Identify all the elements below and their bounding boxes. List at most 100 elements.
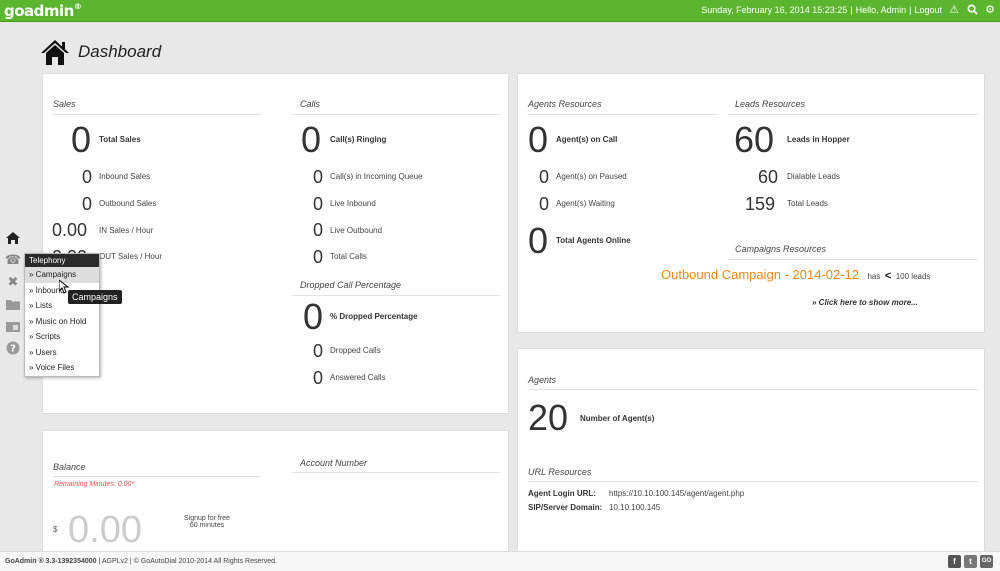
- twitter-icon[interactable]: t: [964, 555, 977, 568]
- live-inbound-value: 0: [313, 194, 324, 214]
- inbound-sales-label: Inbound Sales: [99, 172, 151, 181]
- dropped-title: Dropped Call Percentage: [300, 280, 402, 290]
- datetime: Sunday, February 16, 2014 15:23:25: [701, 5, 848, 15]
- menu-item-voice-files[interactable]: » Voice Files: [25, 360, 99, 376]
- dropped-calls-value: 0: [313, 341, 324, 361]
- total-calls-label: Total Calls: [330, 252, 367, 261]
- answered-calls-label: Answered Calls: [330, 373, 386, 382]
- agents-count-value: 20: [528, 397, 569, 438]
- outbound-sales-label: Outbound Sales: [99, 199, 157, 208]
- out-sales-hour-label: OUT Sales / Hour: [99, 252, 162, 261]
- agents-resources-title: Agents Resources: [528, 99, 602, 109]
- balance-panel: Balance Remaining Minutes: 0.00* $ 0.00 …: [42, 430, 509, 553]
- dropped-pct-label: % Dropped Percentage: [330, 312, 418, 321]
- campaign-row: Outbound Campaign - 2014-02-12 has < 100…: [661, 267, 931, 282]
- agents-on-call-label: Agent(s) on Call: [556, 135, 618, 144]
- url-resources-title: URL Resources: [528, 467, 592, 477]
- in-sales-hour-label: IN Sales / Hour: [99, 226, 154, 235]
- side-toolbar: ☎ ✖ ?: [3, 228, 25, 360]
- gear-icon[interactable]: ⚙: [984, 4, 996, 16]
- balance-amount: 0.00: [68, 509, 142, 551]
- goadmin-logo[interactable]: goadmin®: [4, 2, 82, 20]
- balance-title: Balance: [53, 462, 86, 472]
- menu-header: Telephony: [25, 254, 99, 267]
- home-icon: [41, 40, 69, 65]
- svg-text:?: ?: [10, 344, 16, 355]
- agents-online-value: 0: [528, 220, 549, 261]
- menu-item-users[interactable]: » Users: [25, 345, 99, 361]
- agents-title: Agents: [528, 375, 557, 385]
- account-number-title: Account Number: [300, 458, 368, 468]
- leads-hopper-label: Leads in Hopper: [787, 135, 850, 144]
- footer-brand: GoAdmin ® 3.3-1392354000: [5, 558, 97, 565]
- search-icon[interactable]: [966, 4, 978, 16]
- tools-icon[interactable]: ✖: [3, 272, 23, 292]
- live-outbound-label: Live Outbound: [330, 226, 383, 235]
- goautodial-icon[interactable]: GO: [980, 555, 993, 568]
- sip-domain-label: SIP/Server Domain:: [528, 503, 603, 512]
- agent-login-url-value[interactable]: https://10.10.100.145/agent/agent.php: [609, 489, 744, 498]
- agents-paused-label: Agent(s) on Paused: [556, 172, 627, 181]
- agents-panel: Agents 20 Number of Agent(s) URL Resourc…: [517, 348, 985, 553]
- footer: GoAdmin ® 3.3-1392354000 | AGPLv2 | © Go…: [0, 551, 1000, 571]
- calls-ringing-value: 0: [301, 119, 322, 160]
- menu-item-music-on-hold[interactable]: » Music on Hold: [25, 314, 99, 330]
- dialable-leads-label: Dialable Leads: [787, 172, 840, 181]
- agents-online-label: Total Agents Online: [556, 236, 631, 245]
- total-leads-label: Total Leads: [787, 199, 828, 208]
- facebook-icon[interactable]: f: [948, 555, 961, 568]
- folder-icon[interactable]: [3, 294, 23, 314]
- agents-on-call-value: 0: [528, 119, 549, 160]
- telephony-menu: Telephony » Campaigns » Inbound » Lists …: [24, 253, 100, 377]
- home-nav-icon[interactable]: [3, 228, 23, 248]
- total-calls-value: 0: [313, 247, 324, 267]
- calls-title: Calls: [300, 99, 321, 109]
- remaining-minutes: Remaining Minutes: 0.00*: [54, 481, 135, 488]
- agents-waiting-value: 0: [539, 194, 550, 214]
- campaign-link[interactable]: Outbound Campaign - 2014-02-12: [661, 267, 859, 282]
- in-sales-hour-value: 0.00: [52, 220, 88, 240]
- sales-title: Sales: [53, 99, 76, 109]
- help-icon[interactable]: ?: [3, 338, 23, 358]
- sip-domain-value: 10.10.100.145: [609, 503, 661, 512]
- campaigns-resources-title: Campaigns Resources: [735, 244, 827, 254]
- outbound-sales-value: 0: [82, 194, 93, 214]
- calls-queue-value: 0: [313, 167, 324, 187]
- page-title: Dashboard: [40, 38, 161, 66]
- total-sales-value: 0: [71, 119, 92, 160]
- footer-license: | AGPLv2 | © GoAutoDial 2010-2014 All Ri…: [96, 558, 277, 565]
- dropped-pct-value: 0: [303, 296, 324, 337]
- show-more-link[interactable]: » Click here to show more...: [812, 298, 918, 307]
- total-sales-label: Total Sales: [99, 135, 141, 144]
- reports-icon[interactable]: [3, 316, 23, 336]
- warning-icon[interactable]: ⚠: [948, 4, 960, 16]
- agents-paused-value: 0: [539, 167, 550, 187]
- dropped-calls-label: Dropped Calls: [330, 346, 381, 355]
- dialable-leads-value: 60: [758, 167, 779, 187]
- top-right-area: Sunday, February 16, 2014 15:23:25 | Hel…: [701, 4, 996, 16]
- leads-hopper-value: 60: [734, 119, 775, 160]
- greeting: Hello, Admin: [855, 5, 907, 15]
- agents-waiting-label: Agent(s) Waiting: [556, 199, 615, 208]
- menu-item-scripts[interactable]: » Scripts: [25, 329, 99, 345]
- agent-login-url-label: Agent Login URL:: [528, 489, 596, 498]
- agents-count-label: Number of Agent(s): [580, 414, 655, 423]
- campaigns-tooltip: Campaigns: [68, 290, 122, 304]
- live-inbound-label: Live Inbound: [330, 199, 376, 208]
- currency-symbol: $: [53, 525, 58, 534]
- top-bar: goadmin® Sunday, February 16, 2014 15:23…: [0, 0, 1000, 22]
- leads-resources-title: Leads Resources: [735, 99, 806, 109]
- page-title-text: Dashboard: [78, 42, 162, 61]
- logout-link[interactable]: Logout: [914, 5, 942, 15]
- stats-panel: Sales 0 Total Sales 0 Inbound Sales 0 Ou…: [42, 73, 509, 414]
- answered-calls-value: 0: [313, 368, 324, 388]
- mouse-cursor-icon: [59, 280, 69, 294]
- calls-queue-label: Call(s) in Incoming Queue: [330, 172, 423, 181]
- resources-panel: Agents Resources 0 Agent(s) on Call 0 Ag…: [517, 73, 985, 333]
- calls-ringing-label: Call(s) Ringing: [330, 135, 387, 144]
- signup-link[interactable]: Signup for free 60 minutes: [182, 515, 232, 529]
- inbound-sales-value: 0: [82, 167, 93, 187]
- total-leads-value: 159: [745, 194, 776, 214]
- telephony-icon[interactable]: ☎: [3, 250, 23, 270]
- live-outbound-value: 0: [313, 220, 324, 240]
